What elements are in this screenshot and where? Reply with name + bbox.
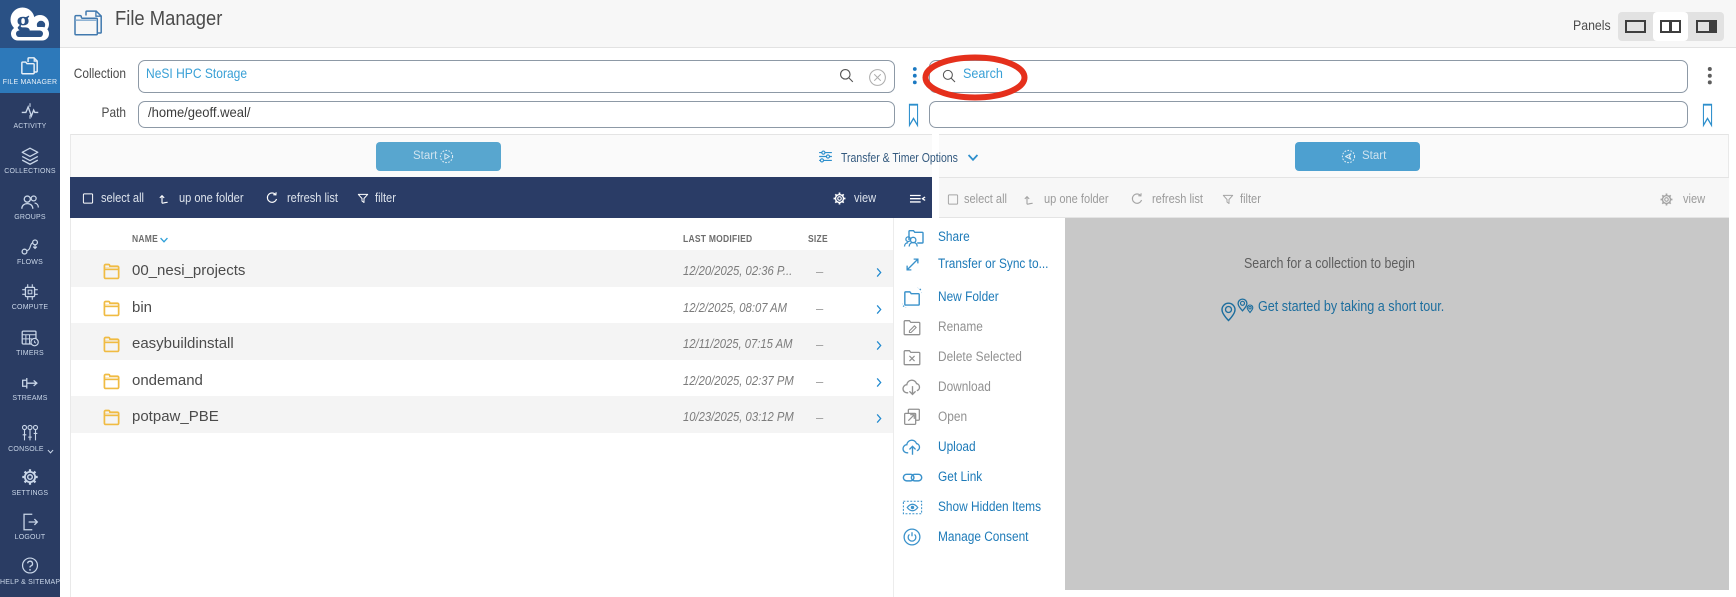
svg-text:g: g (17, 6, 31, 36)
